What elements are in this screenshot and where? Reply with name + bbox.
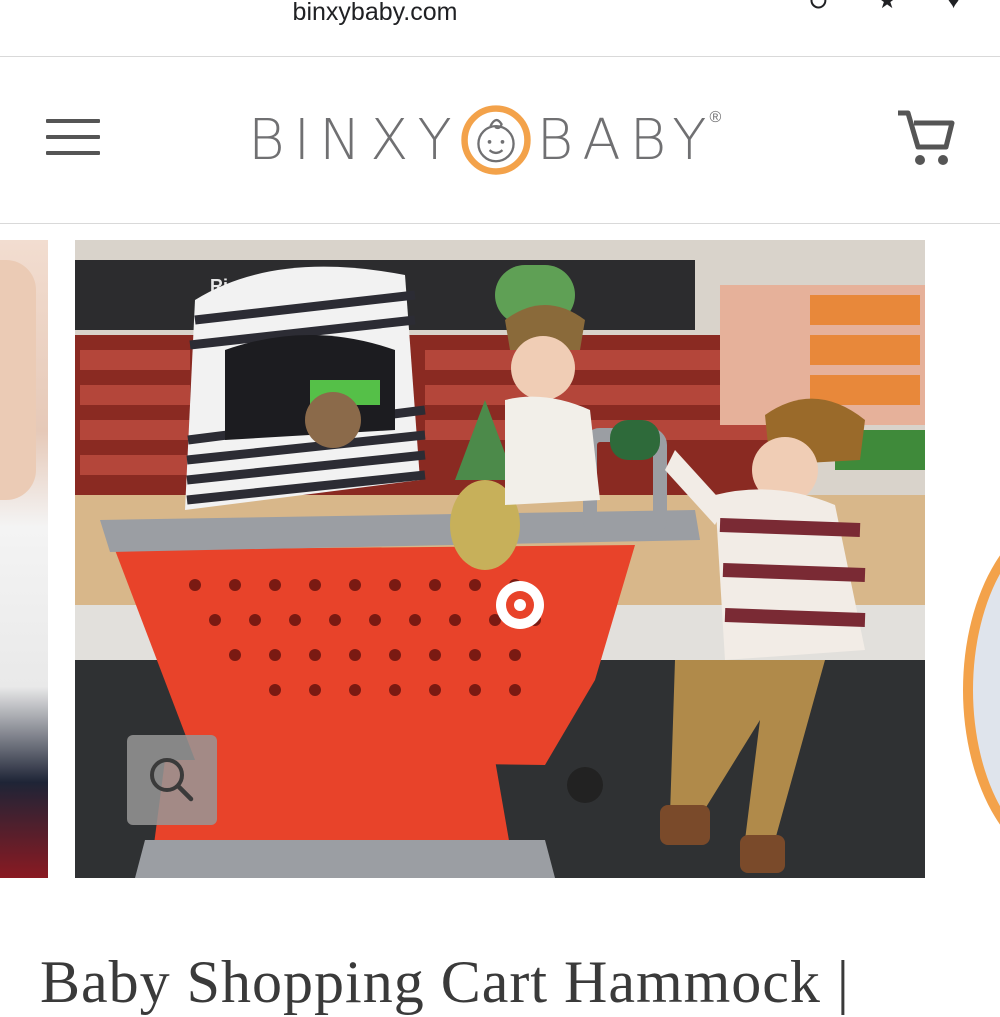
browser-url-bar[interactable]: binxybaby.com ⭘ ★ ♥ — [0, 0, 1000, 57]
bookmark-icon[interactable]: ★ — [877, 0, 897, 14]
registered-mark: ® — [709, 109, 722, 126]
browser-toolbar-icons: ⭘ ★ ♥ — [810, 0, 960, 14]
logo-text-baby: BABY — [536, 107, 716, 173]
shopping-cart-icon[interactable] — [896, 107, 956, 169]
hamburger-menu-icon[interactable] — [46, 119, 100, 159]
url-text[interactable]: binxybaby.com — [0, 0, 750, 27]
product-title: Baby Shopping Cart Hammock | — [40, 949, 850, 1015]
site-logo[interactable]: BINXY BABY ® — [248, 97, 721, 183]
previous-slide-peek[interactable] — [0, 240, 48, 878]
account-icon[interactable]: ⭘ — [810, 0, 828, 14]
magnifier-icon — [150, 758, 194, 802]
baby-face-logo-icon — [460, 105, 531, 175]
site-header: BINXY BABY ® — [0, 57, 1000, 224]
logo-text-binxy: BINXY — [248, 107, 461, 173]
next-slide-peek[interactable] — [955, 240, 1000, 878]
zoom-button[interactable] — [127, 735, 217, 825]
heart-icon[interactable]: ♥ — [947, 0, 960, 14]
